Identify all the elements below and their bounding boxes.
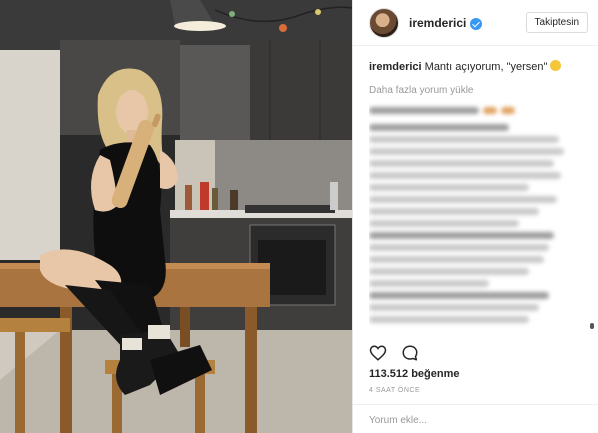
comment-item xyxy=(369,292,584,328)
heart-icon[interactable] xyxy=(369,344,387,362)
comments-scrollbar[interactable] xyxy=(590,323,594,329)
add-comment-input[interactable]: Yorum ekle... xyxy=(353,404,598,433)
instagram-post-viewer: iremderici Takiptesin iremderici Mantı a… xyxy=(0,0,598,433)
caption-username[interactable]: iremderici xyxy=(369,61,422,73)
comment-item xyxy=(369,136,584,227)
comment-item xyxy=(369,102,584,119)
comment-item xyxy=(369,124,584,131)
smile-emoji-icon xyxy=(550,60,562,71)
caption-text: Mantı açıyorum, "yersen" xyxy=(424,61,548,73)
likes-count[interactable]: 113.512 beğenme xyxy=(369,368,460,380)
post-sidebar: iremderici Takiptesin iremderici Mantı a… xyxy=(352,0,598,433)
username-link[interactable]: iremderici xyxy=(409,16,466,30)
comments-list: iremderici Mantı açıyorum, "yersen" Daha… xyxy=(369,60,584,328)
load-more-comments-link[interactable]: Daha fazla yorum yükle xyxy=(369,85,584,96)
kitchen-photo-illustration xyxy=(0,0,352,433)
comment-bubble-icon[interactable] xyxy=(401,344,419,362)
comment-item xyxy=(369,232,584,287)
follow-button[interactable]: Takiptesin xyxy=(525,12,588,33)
post-header: iremderici Takiptesin xyxy=(353,0,598,46)
post-caption: iremderici Mantı açıyorum, "yersen" xyxy=(369,60,584,75)
post-timestamp: 4 SAAT ÖNCE xyxy=(369,387,421,394)
post-actions xyxy=(369,344,419,362)
post-photo[interactable] xyxy=(0,0,352,433)
blurred-comments xyxy=(369,102,584,328)
avatar[interactable] xyxy=(369,7,399,38)
verified-badge-icon xyxy=(470,17,483,30)
